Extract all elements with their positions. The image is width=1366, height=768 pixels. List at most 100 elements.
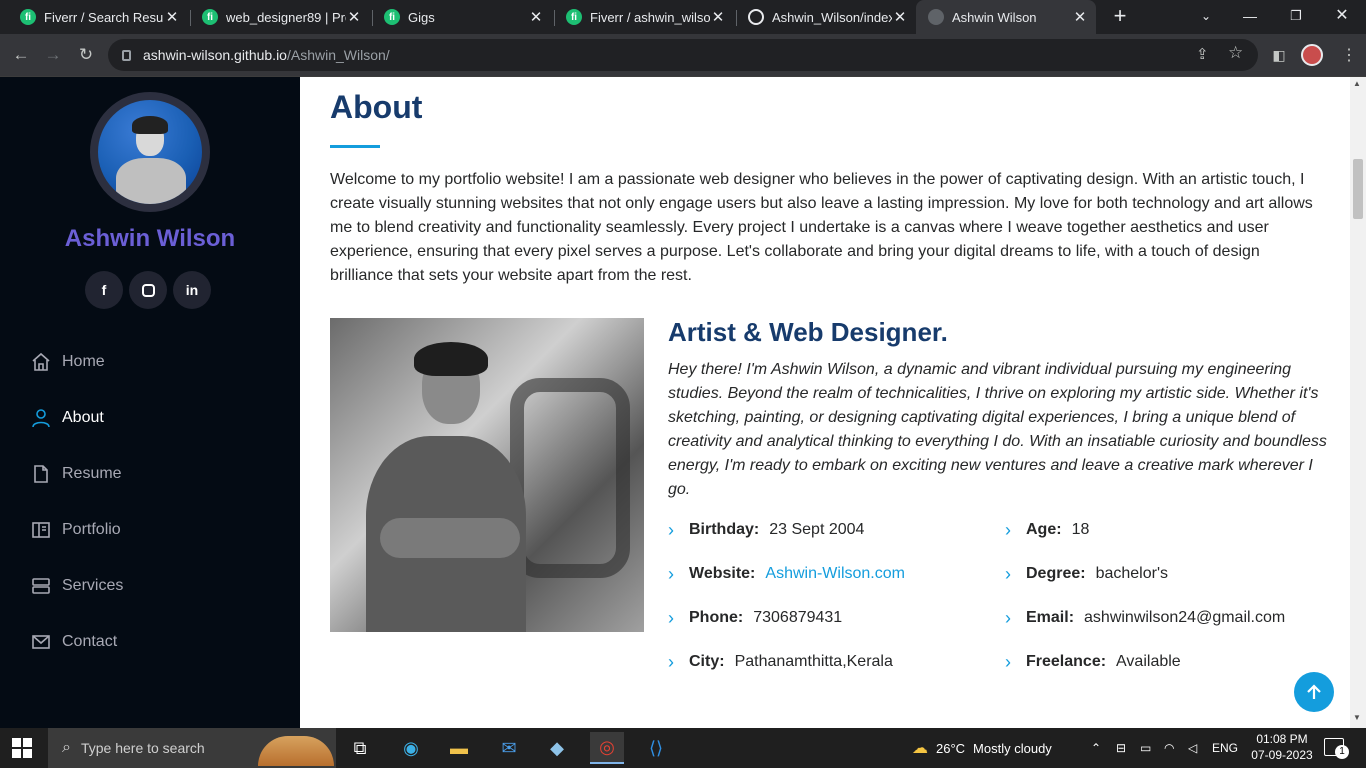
back-button[interactable]: ← [8,42,34,68]
fact-website: › Website: Ashwin-Wilson.com [668,563,905,584]
minimize-button[interactable]: — [1240,6,1260,26]
wifi-icon[interactable]: ◠ [1164,728,1174,768]
fiverr-icon: fi [202,9,218,25]
search-highlight-image [258,736,334,766]
back-to-top-button[interactable] [1294,672,1334,712]
close-icon[interactable]: ✕ [1072,8,1088,26]
fact-city: › City: Pathanamthitta,Kerala [668,651,893,672]
tab-fiverr-search[interactable]: fi Fiverr / Search Results ✕ [8,0,188,34]
cloudy-weather-icon: ☁ [912,740,928,757]
edge-icon[interactable]: ◉ [394,732,428,764]
reload-button[interactable]: ↻ [73,42,99,68]
website-link[interactable]: Ashwin-Wilson.com [765,565,905,583]
nav-home[interactable]: Home [30,347,105,377]
bio-heading: Artist & Web Designer. [668,317,948,347]
intro-paragraph: Welcome to my portfolio website! I am a … [330,171,1313,284]
tab-ashwin-wilson[interactable]: Ashwin Wilson ✕ [916,0,1096,34]
tab-strip: fi Fiverr / Search Results ✕ fi web_desi… [0,0,1366,34]
task-view-icon[interactable]: ⧉ [343,732,377,764]
nav-label: Portfolio [62,521,121,538]
close-icon[interactable]: ✕ [528,8,544,26]
browser-toolbar: ← → ↻ ashwin-wilson.github.io/Ashwin_Wil… [0,34,1366,76]
chevron-right-icon: › [1005,607,1011,628]
fact-birthday: › Birthday: 23 Sept 2004 [668,519,865,540]
fact-freelance: › Freelance: Available [1005,651,1181,672]
facebook-icon[interactable]: f [85,271,123,309]
windows-start-icon[interactable] [12,738,32,758]
show-hidden-icons[interactable]: ⌃ [1091,728,1101,768]
nav-label: Home [62,353,105,370]
nav-label: Services [62,577,124,594]
globe-icon [928,9,944,25]
chrome-icon[interactable]: ◎ [590,732,624,764]
new-tab-button[interactable]: + [1108,4,1132,28]
taskbar: ⌕ Type here to search ⧉ ◉ ▬ ✉ ◆ ◎ ⟨⟩ ☁ 2… [0,728,1366,768]
mail-icon[interactable]: ✉ [492,732,526,764]
network-icon[interactable]: ⊟ [1116,728,1126,768]
chevron-right-icon: › [1005,563,1011,584]
nav-resume[interactable]: Resume [30,459,122,489]
address-bar[interactable]: ashwin-wilson.github.io/Ashwin_Wilson/ ⇪… [108,39,1258,71]
tab-title: Gigs [408,9,435,25]
url-text: ashwin-wilson.github.io/Ashwin_Wilson/ [143,47,390,63]
taskbar-search[interactable]: ⌕ Type here to search [48,728,336,768]
arrow-up-icon [1307,684,1321,699]
app-icon[interactable]: ◆ [540,732,574,764]
file-icon [30,463,52,485]
scroll-down-arrow[interactable]: ▼ [1353,713,1361,722]
home-icon [30,351,52,373]
close-icon[interactable]: ✕ [164,8,180,26]
forward-button[interactable]: → [40,42,66,68]
bookmark-star-icon[interactable]: ☆ [1228,43,1243,63]
scroll-thumb[interactable] [1353,159,1363,219]
close-icon[interactable]: ✕ [346,8,362,26]
tab-title: Fiverr / ashwin_wilson [590,9,710,25]
nav-services[interactable]: Services [30,571,123,601]
section-title: About [330,89,423,125]
chevron-right-icon: › [668,563,674,584]
page-scrollbar[interactable]: ▲ ▼ [1350,77,1366,728]
tab-fiverr-ashwin[interactable]: fi Fiverr / ashwin_wilson ✕ [554,0,734,34]
battery-icon[interactable]: ▭ [1140,728,1151,768]
title-underline [330,145,380,148]
tab-gigs[interactable]: fi Gigs ✕ [372,0,552,34]
fact-email: › Email: ashwinwilson24@gmail.com [1005,607,1286,628]
tab-title: Ashwin_Wilson/index. [772,9,892,25]
nav-contact[interactable]: Contact [30,627,117,657]
vscode-icon[interactable]: ⟨⟩ [639,732,673,764]
close-window-button[interactable]: ✕ [1332,6,1352,26]
side-panel-icon[interactable]: ◧ [1266,42,1292,68]
fact-degree: › Degree: bachelor's [1005,563,1169,584]
chevron-right-icon: › [1005,519,1011,540]
book-icon [30,519,52,541]
menu-kebab-icon[interactable]: ⋮ [1336,42,1362,68]
close-icon[interactable]: ✕ [710,8,726,26]
notification-icon[interactable]: 1 [1324,738,1349,759]
share-icon[interactable]: ⇪ [1196,45,1209,63]
profile-avatar[interactable] [1301,44,1323,66]
tab-search-icon[interactable]: ⌄ [1196,6,1216,26]
restore-button[interactable]: ❐ [1286,6,1306,26]
language-indicator[interactable]: ENG [1212,728,1238,768]
search-placeholder: Type here to search [80,740,205,756]
fiverr-icon: fi [20,9,36,25]
tab-title: Ashwin Wilson [952,9,1037,25]
portrait-photo [330,318,644,632]
chevron-right-icon: › [668,607,674,628]
clock[interactable]: 01:08 PM 07-09-2023 [1250,731,1314,763]
close-icon[interactable]: ✕ [892,8,908,26]
scroll-up-arrow[interactable]: ▲ [1353,79,1361,88]
nav-label: Resume [62,465,122,482]
tab-web-designer[interactable]: fi web_designer89 | Prof ✕ [190,0,370,34]
linkedin-icon[interactable]: in [173,271,211,309]
file-explorer-icon[interactable]: ▬ [442,732,476,764]
instagram-icon[interactable] [129,271,167,309]
volume-icon[interactable]: ◁ [1188,728,1197,768]
nav-about[interactable]: About [30,403,104,433]
nav-portfolio[interactable]: Portfolio [30,515,121,545]
person-icon [30,407,52,429]
weather-widget[interactable]: ☁ 26°C Mostly cloudy [912,728,1052,768]
chevron-right-icon: › [668,519,674,540]
tab-github[interactable]: Ashwin_Wilson/index. ✕ [736,0,916,34]
nav-label: Contact [62,633,118,650]
